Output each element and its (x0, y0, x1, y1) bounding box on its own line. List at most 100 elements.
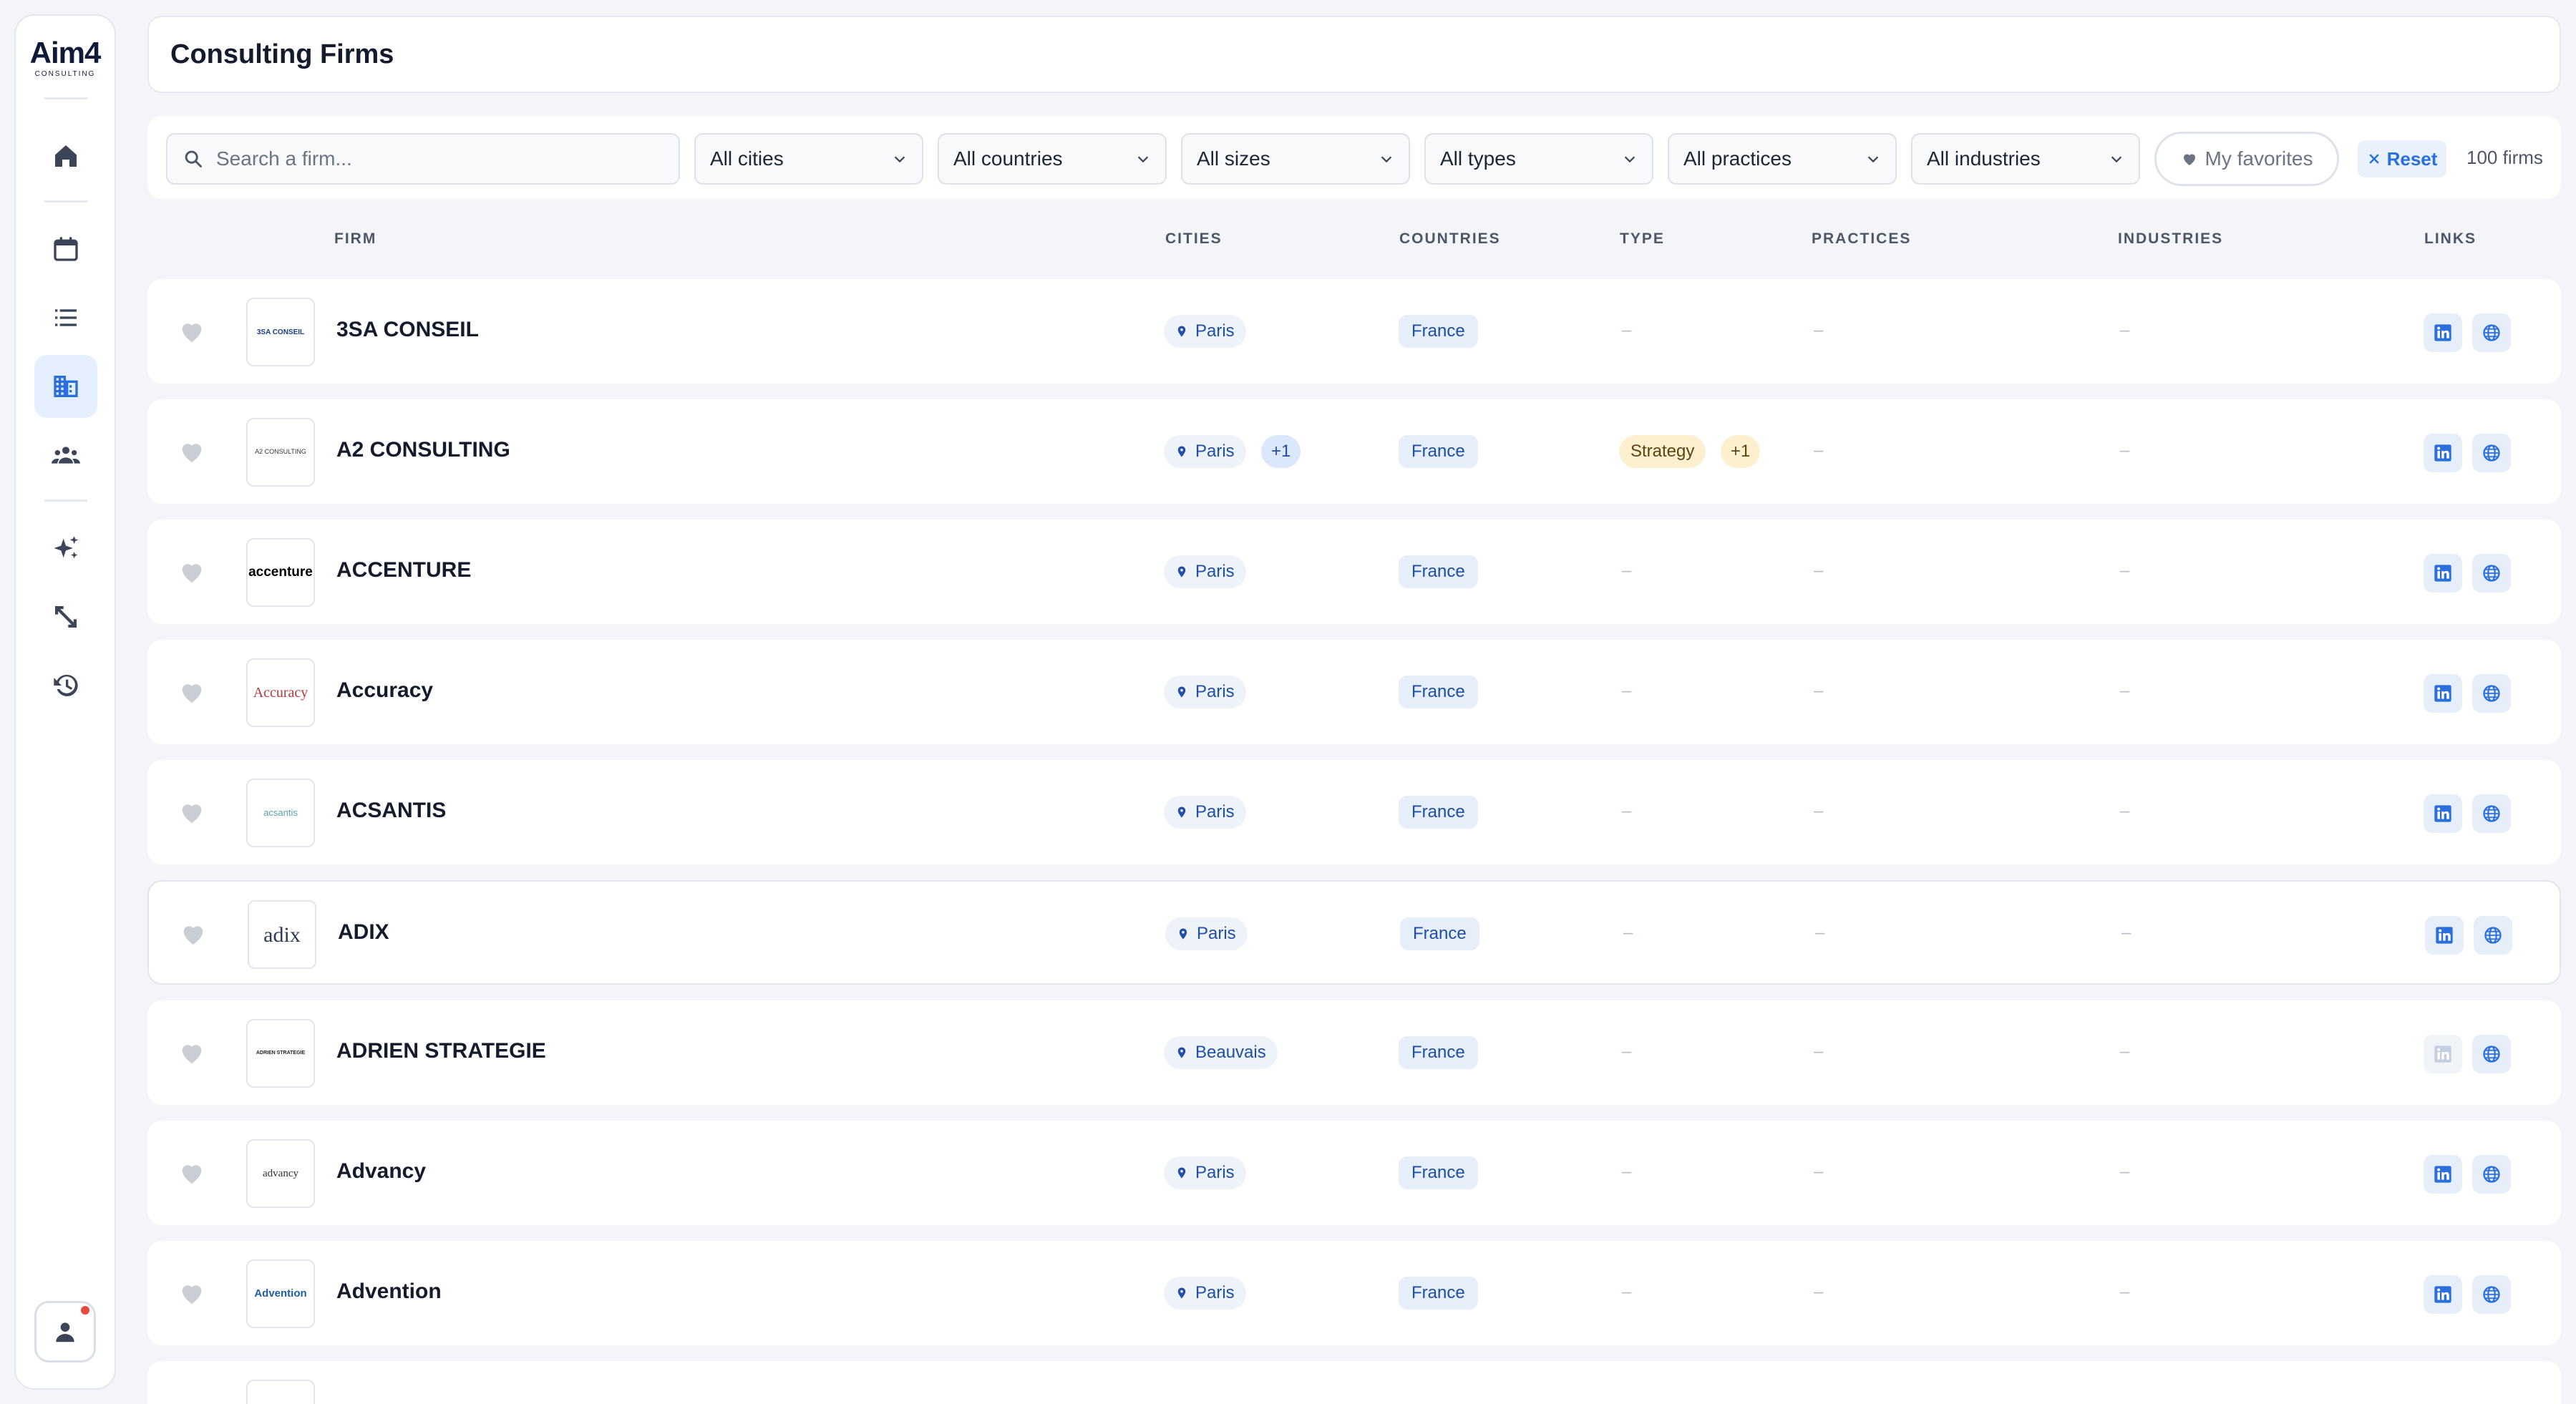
table-row[interactable] (147, 1361, 2561, 1404)
table-row[interactable]: acsantis ACSANTIS Paris France – – – (147, 760, 2561, 864)
nav-ai[interactable] (34, 517, 97, 580)
map-pin-icon (1177, 1287, 1186, 1299)
type-filter-select[interactable]: All types (1424, 133, 1653, 185)
type-more-chip[interactable]: +1 (1721, 435, 1761, 468)
website-button[interactable] (2472, 313, 2511, 352)
firm-name[interactable]: ADIX (338, 920, 389, 945)
nav-firms[interactable] (34, 355, 97, 418)
column-header-cities[interactable]: CITIES (1165, 230, 1223, 248)
logo-text: Aim4 (29, 36, 102, 69)
column-header-practices[interactable]: PRACTICES (1812, 230, 1911, 248)
nav-list[interactable] (34, 286, 97, 349)
table-row[interactable]: advancy Advancy Paris France – – – (147, 1121, 2561, 1225)
firm-name[interactable]: Advention (336, 1279, 442, 1304)
firm-name[interactable]: ADRIEN STRATEGIE (336, 1039, 546, 1063)
app-logo[interactable]: Aim4 CONSULTING (16, 36, 115, 79)
linkedin-button[interactable] (2424, 794, 2462, 833)
linkedin-button[interactable] (2424, 674, 2462, 713)
nav-home[interactable] (34, 125, 97, 187)
calendar-icon (54, 237, 78, 261)
map-pin-icon (1177, 446, 1186, 457)
linkedin-button[interactable] (2425, 916, 2464, 955)
firm-logo-text: ADRIEN STRATEGIE (256, 1050, 306, 1056)
nav-calendar[interactable] (34, 218, 97, 281)
favorite-heart-icon[interactable] (178, 678, 206, 706)
firm-logo: accenture (246, 538, 315, 607)
firm-name[interactable]: ACCENTURE (336, 558, 471, 582)
industry-filter-select[interactable]: All industries (1911, 133, 2140, 185)
favorite-heart-icon[interactable] (178, 1279, 206, 1307)
column-header-firm[interactable]: FIRM (334, 230, 376, 248)
nav-compare[interactable] (34, 585, 97, 648)
city-more-chip[interactable]: +1 (1261, 435, 1301, 468)
table-row[interactable]: Advention Advention Paris France – – – (147, 1241, 2561, 1345)
practice-filter-select[interactable]: All practices (1668, 133, 1897, 185)
firm-logo-text: accenture (248, 564, 313, 580)
city-chip: Paris (1164, 1277, 1246, 1310)
favorite-heart-icon[interactable] (178, 1038, 206, 1067)
size-filter-select[interactable]: All sizes (1181, 133, 1410, 185)
linkedin-button[interactable] (2424, 554, 2462, 593)
map-pin-icon (1177, 806, 1186, 818)
column-header-industries[interactable]: INDUSTRIES (2118, 230, 2223, 248)
type-empty: – (1622, 801, 1632, 821)
table-row[interactable]: Accuracy Accuracy Paris France – – – (147, 640, 2561, 744)
favorite-heart-icon[interactable] (178, 437, 206, 466)
globe-icon (2483, 685, 2500, 702)
linkedin-button[interactable] (2424, 1155, 2462, 1194)
linkedin-button[interactable] (2424, 434, 2462, 472)
chevron-down-icon (1624, 156, 1635, 163)
website-button[interactable] (2472, 434, 2511, 472)
city-filter-select[interactable]: All cities (694, 133, 923, 185)
sparkles-icon (54, 536, 79, 559)
favorite-heart-icon[interactable] (178, 317, 206, 346)
column-header-countries[interactable]: COUNTRIES (1399, 230, 1501, 248)
city-label: Paris (1195, 682, 1235, 701)
favorite-heart-icon[interactable] (178, 1159, 206, 1187)
firm-name[interactable]: A2 CONSULTING (336, 438, 510, 462)
globe-icon (2483, 1166, 2500, 1183)
city-chip: Paris (1164, 1156, 1246, 1189)
linkedin-button[interactable] (2424, 313, 2462, 352)
table-row[interactable]: accenture ACCENTURE Paris France – – – (147, 520, 2561, 624)
reset-button[interactable]: Reset (2358, 140, 2446, 177)
search-input[interactable] (216, 147, 660, 170)
favorite-heart-icon[interactable] (178, 798, 206, 827)
nav-people[interactable] (34, 424, 97, 487)
table-row[interactable]: adix ADIX Paris France – – – (147, 880, 2561, 985)
practices-empty: – (1814, 321, 1824, 340)
column-header-type[interactable]: TYPE (1620, 230, 1665, 248)
favorite-heart-icon[interactable] (178, 557, 206, 586)
firm-logo: Accuracy (246, 658, 315, 727)
history-icon (54, 674, 78, 696)
column-header-links: LINKS (2424, 230, 2477, 247)
user-profile-button[interactable] (34, 1301, 96, 1362)
website-button[interactable] (2472, 1155, 2511, 1194)
map-pin-icon (1177, 686, 1186, 698)
country-filter-select[interactable]: All countries (938, 133, 1167, 185)
firm-name[interactable]: Accuracy (336, 678, 433, 703)
favorite-heart-icon[interactable] (179, 920, 208, 948)
building-icon (54, 376, 78, 397)
website-button[interactable] (2474, 916, 2512, 955)
website-button[interactable] (2472, 554, 2511, 593)
firm-name[interactable]: ACSANTIS (336, 799, 446, 823)
linkedin-button[interactable] (2424, 1275, 2462, 1314)
reset-label: Reset (2386, 147, 2438, 170)
table-row[interactable]: ADRIEN STRATEGIE ADRIEN STRATEGIE Beauvais… (147, 1000, 2561, 1105)
website-button[interactable] (2472, 1275, 2511, 1314)
globe-icon (2484, 927, 2502, 944)
nav-history[interactable] (34, 654, 97, 717)
website-button[interactable] (2472, 674, 2511, 713)
website-button[interactable] (2472, 794, 2511, 833)
practices-empty: – (1814, 561, 1824, 580)
search-field[interactable] (166, 133, 680, 185)
table-row[interactable]: 3SA CONSEIL 3SA CONSEIL Paris France – – – (147, 279, 2561, 384)
firm-name[interactable]: Advancy (336, 1159, 426, 1184)
my-favorites-button[interactable]: My favorites (2154, 132, 2339, 186)
type-empty: – (1622, 561, 1632, 580)
firm-logo-text: acsantis (263, 806, 298, 818)
table-row[interactable]: A2 CONSULTING A2 CONSULTING Paris +1 France S… (147, 399, 2561, 504)
firm-name[interactable]: 3SA CONSEIL (336, 318, 479, 342)
website-button[interactable] (2472, 1035, 2511, 1073)
